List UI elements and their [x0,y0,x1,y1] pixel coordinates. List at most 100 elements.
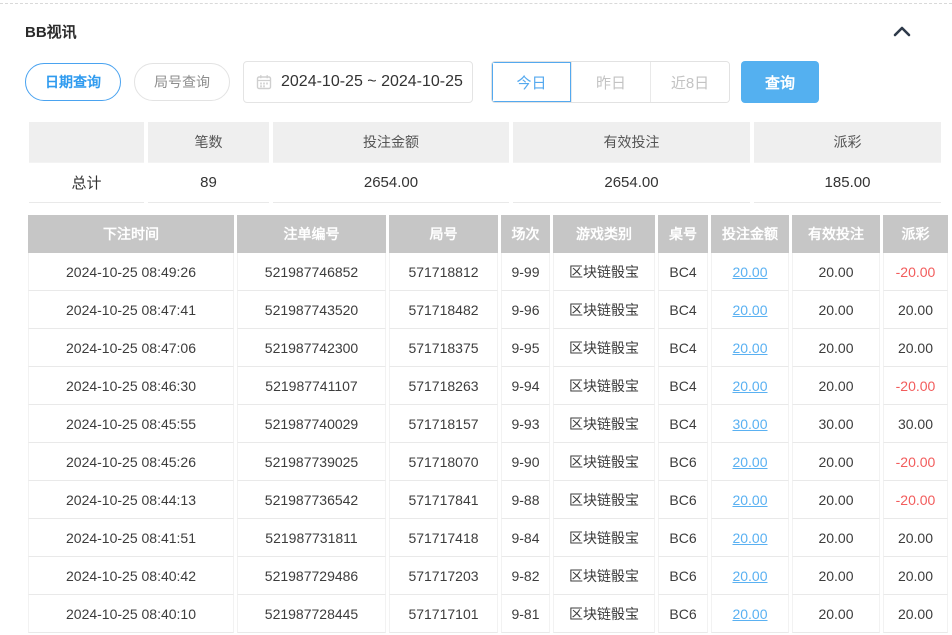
bb-video-panel: BB视讯 日期查询 局号查询 [0,19,952,633]
table-cell: -20.00 [883,481,948,519]
table-cell: BC6 [658,557,708,595]
table-cell: 区块链骰宝 [553,557,655,595]
table-cell: 9-90 [501,443,550,481]
table-cell: 521987739025 [237,443,386,481]
bet-amount-link[interactable]: 20.00 [732,530,767,546]
query-button[interactable]: 查询 [741,61,819,103]
table-cell: 521987729486 [237,557,386,595]
table-cell: 20.00 [711,595,789,633]
table-cell: 571717203 [389,557,498,595]
table-cell: 20.00 [711,519,789,557]
panel-header: BB视讯 [25,19,927,43]
table-cell: 区块链骰宝 [553,481,655,519]
summary-cell: 2654.00 [513,162,750,203]
table-cell: 521987742300 [237,329,386,367]
table-cell: -20.00 [883,443,948,481]
bet-header-cell: 下注时间 [28,215,234,253]
table-cell: 9-95 [501,329,550,367]
table-cell: 2024-10-25 08:45:55 [28,405,234,443]
bet-amount-link[interactable]: 20.00 [732,454,767,470]
summary-cell: 2654.00 [273,162,509,203]
date-range-value: 2024-10-25 ~ 2024-10-25 [281,73,463,91]
summary-total-row: 总计892654.002654.00185.00 [29,162,941,203]
table-cell: 2024-10-25 08:40:10 [28,595,234,633]
table-cell: 20.00 [792,253,880,291]
summary-header-cell: 投注金额 [273,122,509,162]
table-cell: 2024-10-25 08:46:30 [28,367,234,405]
table-cell: 571718482 [389,291,498,329]
table-cell: 2024-10-25 08:49:26 [28,253,234,291]
bet-amount-link[interactable]: 20.00 [732,340,767,356]
table-cell: 571717101 [389,595,498,633]
table-cell: 20.00 [711,481,789,519]
table-cell: 521987740029 [237,405,386,443]
table-cell: 521987741107 [237,367,386,405]
table-cell: 区块链骰宝 [553,253,655,291]
date-range-input[interactable]: 2024-10-25 ~ 2024-10-25 [243,61,473,103]
table-row: 2024-10-25 08:49:26521987746852571718812… [28,253,948,291]
tab-date-query[interactable]: 日期查询 [25,63,121,101]
table-cell: 571718070 [389,443,498,481]
table-cell: 区块链骰宝 [553,405,655,443]
table-cell: BC4 [658,367,708,405]
table-cell: 20.00 [711,291,789,329]
summary-cell: 89 [148,162,269,203]
table-cell: 区块链骰宝 [553,595,655,633]
bet-amount-link[interactable]: 20.00 [732,264,767,280]
table-cell: -20.00 [883,367,948,405]
bet-amount-link[interactable]: 30.00 [732,416,767,432]
table-cell: 区块链骰宝 [553,519,655,557]
bet-header-cell: 注单编号 [237,215,386,253]
table-cell: 20.00 [792,557,880,595]
table-cell: 20.00 [711,329,789,367]
table-cell: 571718812 [389,253,498,291]
table-cell: BC4 [658,405,708,443]
bet-amount-link[interactable]: 20.00 [732,492,767,508]
table-cell: 20.00 [792,519,880,557]
table-cell: 20.00 [792,291,880,329]
table-cell: 20.00 [883,557,948,595]
table-cell: 20.00 [883,291,948,329]
collapse-button[interactable] [889,20,915,42]
bet-header-cell: 场次 [501,215,550,253]
summary-header-cell: 有效投注 [513,122,750,162]
quick-range-button[interactable]: 近8日 [650,62,729,102]
table-row: 2024-10-25 08:40:42521987729486571717203… [28,557,948,595]
table-cell: 9-99 [501,253,550,291]
page-title: BB视讯 [25,21,77,42]
bet-amount-link[interactable]: 20.00 [732,302,767,318]
table-cell: 2024-10-25 08:44:13 [28,481,234,519]
summary-cell: 185.00 [754,162,941,203]
bet-amount-link[interactable]: 20.00 [732,568,767,584]
table-cell: 20.00 [883,519,948,557]
bet-header-cell: 投注金额 [711,215,789,253]
tab-round-query[interactable]: 局号查询 [134,63,230,101]
summary-cell: 总计 [29,162,144,203]
quick-range-button[interactable]: 昨日 [571,62,650,102]
table-cell: BC4 [658,253,708,291]
calendar-icon [256,74,272,90]
table-cell: 20.00 [711,557,789,595]
table-cell: 2024-10-25 08:47:41 [28,291,234,329]
table-cell: 区块链骰宝 [553,329,655,367]
table-cell: 9-88 [501,481,550,519]
quick-range-button[interactable]: 今日 [492,62,571,102]
bet-amount-link[interactable]: 20.00 [732,378,767,394]
bet-header-cell: 游戏类别 [553,215,655,253]
table-cell: 30.00 [711,405,789,443]
summary-table: 笔数投注金额有效投注派彩 总计892654.002654.00185.00 [25,122,945,203]
table-row: 2024-10-25 08:47:06521987742300571718375… [28,329,948,367]
table-cell: 571718375 [389,329,498,367]
chevron-up-icon [892,24,912,38]
table-cell: 571718263 [389,367,498,405]
table-cell: 20.00 [711,367,789,405]
table-cell: 9-82 [501,557,550,595]
table-cell: BC6 [658,481,708,519]
bet-header-cell: 局号 [389,215,498,253]
table-cell: 521987731811 [237,519,386,557]
table-row: 2024-10-25 08:45:26521987739025571718070… [28,443,948,481]
table-cell: BC6 [658,443,708,481]
bet-amount-link[interactable]: 20.00 [732,606,767,622]
table-cell: 571717841 [389,481,498,519]
table-row: 2024-10-25 08:44:13521987736542571717841… [28,481,948,519]
